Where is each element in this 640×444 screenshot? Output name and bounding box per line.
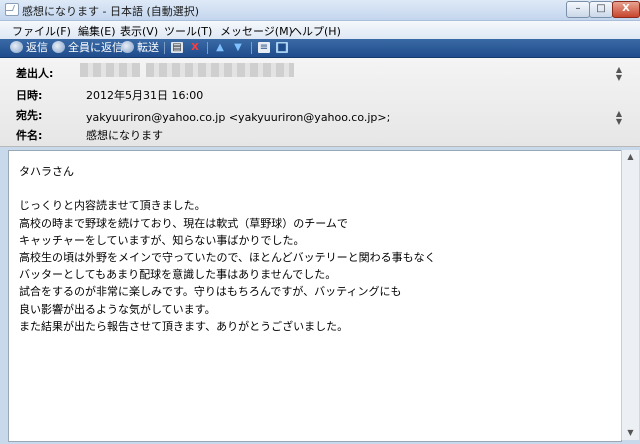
- scroll-down-icon[interactable]: ▼: [622, 428, 639, 437]
- reply-all-label: 全員に返信: [68, 41, 123, 54]
- message-body[interactable]: タハラさん じっくりと内容読ませて頂きました。 高校の時まで野球を続けており、現…: [8, 150, 622, 442]
- redacted-sender: [146, 63, 294, 77]
- next-arrow-icon[interactable]: ▼: [232, 42, 244, 53]
- messenger-icon[interactable]: ■: [276, 42, 288, 53]
- title-bar: 感想になります - 日本語 (自動選択) – □ X: [0, 0, 640, 21]
- toolbar-separator: [164, 42, 165, 54]
- body-line: 高校生の頃は外野をメインで守っていたので、ほとんどバッテリーと関わる事もなく: [19, 250, 436, 264]
- date-label: 日時:: [16, 89, 43, 102]
- to-label: 宛先:: [16, 109, 43, 122]
- reply-label: 返信: [26, 41, 48, 54]
- date-value: 2012年5月31日 16:00: [86, 89, 204, 102]
- mail-app-icon: [5, 3, 19, 16]
- reply-button[interactable]: 返信: [10, 40, 48, 56]
- message-header: 差出人: ▲ ▼ 日時: 2012年5月31日 16:00 宛先: yakyuur…: [0, 58, 640, 147]
- toolbar-separator: [251, 42, 252, 54]
- body-line: 試合をするのが非常に楽しみです。守りはもちろんですが、バッティングにも: [19, 285, 402, 299]
- message-text: タハラさん じっくりと内容読ませて頂きました。 高校の時まで野球を続けており、現…: [19, 163, 436, 335]
- print-icon[interactable]: ▤: [171, 42, 183, 53]
- body-line: じっくりと内容読ませて頂きました。: [19, 199, 206, 213]
- body-line: [19, 180, 436, 197]
- body-line: キャッチャーをしていますが、知らない事ばかりでした。: [19, 233, 305, 247]
- menu-tools[interactable]: ツール(T): [164, 23, 212, 39]
- menu-help[interactable]: ヘルプ(H): [291, 23, 341, 39]
- previous-arrow-icon[interactable]: ▲: [214, 42, 226, 53]
- menu-message[interactable]: メッセージ(M): [220, 23, 293, 39]
- subject-label: 件名:: [16, 129, 43, 142]
- reply-all-icon: [52, 41, 65, 53]
- body-line: タハラさん: [19, 165, 74, 178]
- window-title: 感想になります - 日本語 (自動選択): [22, 5, 200, 18]
- menu-view[interactable]: 表示(V): [120, 23, 158, 39]
- redacted-sender: [80, 63, 140, 77]
- body-line: 高校の時まで野球を続けており、現在は軟式（草野球）のチームで: [19, 216, 348, 230]
- body-line: バッターとしてもあまり配球を意識した事はありませんでした。: [19, 268, 337, 282]
- to-scroll-icon[interactable]: ▲ ▼: [614, 110, 624, 126]
- forward-label: 転送: [137, 41, 159, 54]
- minimize-button[interactable]: –: [566, 1, 590, 18]
- scroll-up-icon[interactable]: ▲: [622, 152, 639, 161]
- toolbar: 返信 全員に返信 転送 ▤ X ▲ ▼ ≡ ■: [0, 39, 640, 58]
- forward-icon: [121, 41, 134, 53]
- from-label: 差出人:: [16, 67, 54, 80]
- forward-button[interactable]: 転送: [121, 40, 159, 56]
- body-line: 良い影響が出るような気がしています。: [19, 302, 216, 316]
- subject-value: 感想になります: [86, 129, 163, 142]
- address-book-icon[interactable]: ≡: [258, 42, 270, 53]
- from-scroll-icon[interactable]: ▲ ▼: [614, 66, 624, 82]
- vertical-scrollbar[interactable]: ▲ ▼: [621, 150, 639, 440]
- menu-bar: ファイル(F) 編集(E) 表示(V) ツール(T) メッセージ(M) ヘルプ(…: [0, 21, 640, 39]
- maximize-button[interactable]: □: [589, 1, 613, 18]
- menu-file[interactable]: ファイル(F): [12, 23, 71, 39]
- reply-all-button[interactable]: 全員に返信: [52, 40, 123, 56]
- to-value: yakyuuriron@yahoo.co.jp <yakyuuriron@yah…: [86, 111, 391, 124]
- menu-edit[interactable]: 編集(E): [78, 23, 116, 39]
- delete-icon[interactable]: X: [189, 42, 201, 53]
- toolbar-separator: [207, 42, 208, 54]
- body-line: また結果が出たら報告させて頂きます、ありがとうございました。: [19, 319, 349, 333]
- reply-icon: [10, 41, 23, 53]
- close-button[interactable]: X: [612, 1, 640, 18]
